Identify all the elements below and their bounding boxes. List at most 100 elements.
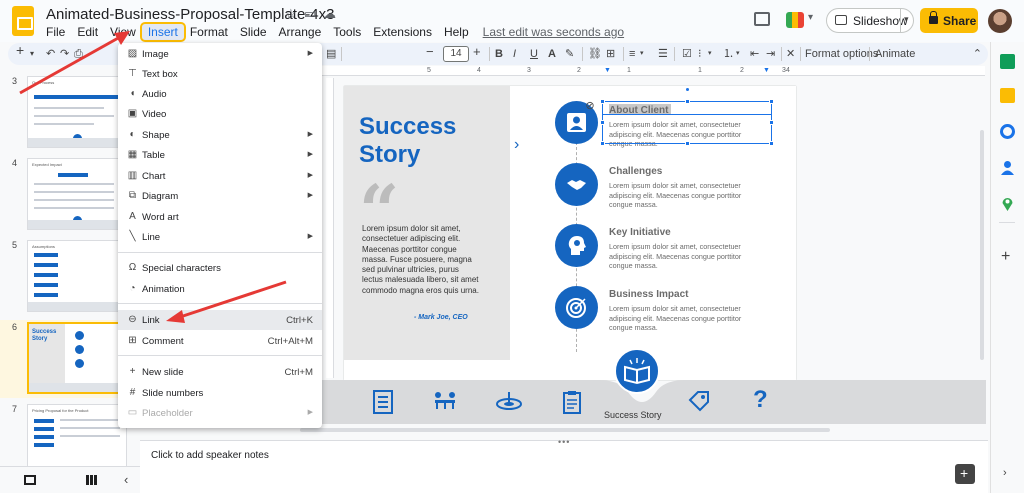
- vertical-ruler[interactable]: [326, 78, 334, 378]
- menu-extensions[interactable]: Extensions: [367, 24, 438, 40]
- menu-item-image[interactable]: ▨ Image ▶: [118, 44, 322, 64]
- menu-slide[interactable]: Slide: [234, 24, 273, 40]
- menu-item-table[interactable]: ▦ Table ▶: [118, 145, 322, 165]
- new-slide-icon[interactable]: +: [16, 43, 24, 57]
- decrease-font-size-icon[interactable]: −: [426, 45, 434, 59]
- timeline-text[interactable]: Lorem ipsum dolor sit amet, consectetuer…: [609, 181, 759, 210]
- slide-thumbnail-4[interactable]: Expected Impact: [27, 158, 127, 230]
- chevron-down-icon[interactable]: ▾: [736, 47, 740, 61]
- clear-formatting-icon[interactable]: ✕: [786, 47, 795, 61]
- indent-marker-icon[interactable]: ▼: [763, 67, 770, 74]
- redo-icon[interactable]: ↷: [60, 47, 69, 61]
- tasks-icon[interactable]: [1000, 124, 1015, 139]
- filmstrip-view-icon[interactable]: [24, 475, 36, 485]
- timeline-text[interactable]: Lorem ipsum dolor sit amet, consectetuer…: [609, 242, 759, 271]
- insert-link-icon[interactable]: ⛓: [588, 47, 602, 61]
- horizontal-scrollbar[interactable]: [300, 428, 830, 432]
- meet-button[interactable]: ▾: [784, 8, 818, 32]
- resize-handle[interactable]: [769, 99, 774, 104]
- menu-item-video[interactable]: ▣ Video: [118, 104, 322, 124]
- menu-item-slide-numbers[interactable]: # Slide numbers: [118, 383, 322, 403]
- share-button[interactable]: Share: [920, 8, 978, 33]
- chevron-right-icon[interactable]: ›: [1003, 467, 1007, 479]
- menu-item-shape[interactable]: ◐ Shape ▶: [118, 125, 322, 145]
- checklist-icon[interactable]: ☑: [682, 47, 692, 61]
- add-comment-icon[interactable]: ⊞: [606, 47, 615, 61]
- slides-logo-icon[interactable]: [12, 6, 34, 36]
- slideshow-button[interactable]: Slideshow ▾: [826, 8, 914, 33]
- slide-thumbnail-6[interactable]: Success Story: [27, 322, 127, 394]
- handshake-icon[interactable]: [555, 163, 598, 206]
- format-options-button[interactable]: Format options: [805, 47, 878, 61]
- link-off-icon[interactable]: ⊘: [582, 99, 598, 113]
- last-edit-link[interactable]: Last edit was seconds ago: [483, 24, 624, 40]
- indent-marker-icon[interactable]: ▼: [604, 67, 611, 74]
- menu-item-chart[interactable]: ▥ Chart ▶: [118, 166, 322, 186]
- menu-view[interactable]: View: [104, 24, 142, 40]
- timeline-text[interactable]: Lorem ipsum dolor sit amet, consectetuer…: [609, 304, 759, 333]
- menu-item-word-art[interactable]: A Word art: [118, 207, 322, 227]
- decrease-indent-icon[interactable]: ⇤: [750, 47, 759, 61]
- chevron-down-icon[interactable]: ▾: [904, 14, 909, 25]
- add-addon-icon[interactable]: +: [1001, 248, 1010, 266]
- highlight-color-icon[interactable]: ✎: [565, 47, 574, 61]
- footer-label[interactable]: Success Story: [604, 410, 662, 420]
- increase-indent-icon[interactable]: ⇥: [766, 47, 775, 61]
- contacts-icon[interactable]: [1000, 160, 1015, 175]
- menu-item-link[interactable]: ⊖ Link Ctrl+K: [118, 310, 322, 330]
- comment-history-icon[interactable]: [754, 12, 770, 26]
- add-notes-icon[interactable]: [955, 464, 975, 484]
- slide[interactable]: Success Story “ Lorem ipsum dolor sit am…: [344, 86, 796, 380]
- italic-icon[interactable]: I: [513, 47, 516, 61]
- menu-tools[interactable]: Tools: [327, 24, 367, 40]
- move-folder-icon[interactable]: ▭: [304, 6, 316, 22]
- chevron-down-icon[interactable]: ▾: [30, 47, 34, 61]
- text-style-icon[interactable]: ▤: [326, 47, 336, 61]
- timeline-title[interactable]: Business Impact: [609, 289, 688, 300]
- menu-edit[interactable]: Edit: [71, 24, 104, 40]
- resize-handle[interactable]: [600, 120, 605, 125]
- speaker-notes[interactable]: ••• Click to add speaker notes: [140, 437, 988, 493]
- menu-item-comment[interactable]: ⊞ Comment Ctrl+Alt+M: [118, 331, 322, 351]
- timeline-title[interactable]: Key Initiative: [609, 227, 671, 238]
- align-icon[interactable]: ≡: [629, 47, 635, 61]
- font-size-input[interactable]: 14: [443, 46, 469, 62]
- resize-handle[interactable]: [600, 141, 605, 146]
- resize-handle[interactable]: [685, 99, 690, 104]
- chevron-down-icon[interactable]: ▾: [708, 47, 712, 61]
- star-icon[interactable]: ☆: [285, 6, 297, 22]
- bold-icon[interactable]: B: [495, 47, 503, 61]
- increase-font-size-icon[interactable]: +: [473, 45, 481, 59]
- keep-icon[interactable]: [1000, 88, 1015, 103]
- slide-title[interactable]: Success Story: [359, 113, 499, 169]
- resize-handle[interactable]: [685, 141, 690, 146]
- undo-icon[interactable]: ↶: [46, 47, 55, 61]
- cloud-status-icon[interactable]: ☁: [323, 6, 336, 22]
- print-icon[interactable]: ⎙: [74, 47, 83, 61]
- menu-item-animation[interactable]: ◔ Animation: [118, 279, 322, 299]
- target-icon[interactable]: [555, 286, 598, 329]
- resize-handle[interactable]: [600, 99, 605, 104]
- chevron-left-icon[interactable]: ‹: [124, 472, 128, 487]
- menu-insert[interactable]: Insert: [139, 22, 186, 42]
- menu-help[interactable]: Help: [438, 24, 475, 40]
- sheets-icon[interactable]: [1000, 54, 1015, 69]
- menu-arrange[interactable]: Arrange: [273, 24, 328, 40]
- book-icon[interactable]: [614, 348, 660, 394]
- slide-thumbnail-5[interactable]: Assumptions: [27, 240, 127, 312]
- timeline-title[interactable]: Challenges: [609, 166, 662, 177]
- bulleted-list-icon[interactable]: ⁝: [698, 47, 702, 61]
- menu-item-diagram[interactable]: ⧉ Diagram ▶: [118, 186, 322, 206]
- speaker-notes-placeholder[interactable]: Click to add speaker notes: [151, 450, 269, 461]
- menu-item-audio[interactable]: ◖ Audio: [118, 84, 322, 104]
- line-spacing-icon[interactable]: ☰: [658, 47, 668, 61]
- underline-icon[interactable]: U: [530, 47, 538, 61]
- menu-item-special-characters[interactable]: Ω Special characters: [118, 258, 322, 278]
- quote-author[interactable]: - Mark Joe, CEO: [414, 314, 468, 321]
- grid-view-icon[interactable]: [86, 475, 98, 485]
- notes-resize-handle[interactable]: •••: [558, 437, 570, 447]
- chevron-down-icon[interactable]: ▾: [640, 47, 644, 61]
- head-bulb-icon[interactable]: [555, 224, 598, 267]
- chevron-up-icon[interactable]: ⌃: [973, 47, 982, 60]
- vertical-scrollbar[interactable]: [980, 130, 984, 360]
